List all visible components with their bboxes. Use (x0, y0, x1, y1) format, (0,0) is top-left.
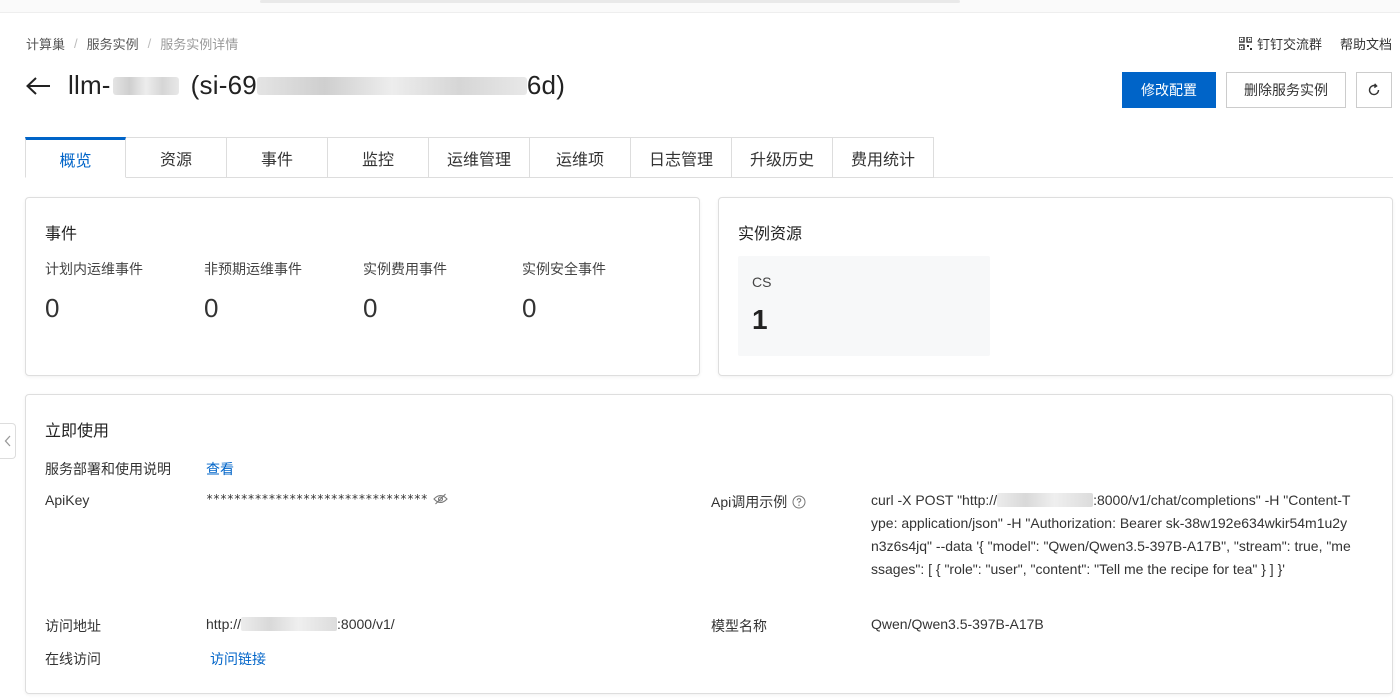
events-card-title: 事件 (45, 226, 78, 243)
address-label: 访问地址 (45, 618, 101, 634)
online-access-link[interactable]: 访问链接 (210, 649, 266, 669)
stat-label: 计划内运维事件 (45, 261, 143, 277)
stat-value: 0 (204, 293, 219, 323)
stat-label: 实例费用事件 (363, 261, 447, 277)
breadcrumb-separator: / (74, 36, 78, 51)
arrow-left-icon (26, 76, 50, 95)
tab-overview[interactable]: 概览 (25, 137, 126, 178)
tab-log-management[interactable]: 日志管理 (631, 137, 732, 178)
title-instance-id-suffix: 6d) (526, 70, 566, 100)
stat-unexpected-ops: 非预期运维事件 0 (204, 259, 302, 324)
api-example-label-row: Api调用示例 (711, 492, 806, 512)
page-title: llm- (si-69 6d) (68, 70, 565, 101)
redacted-instance-id (256, 76, 527, 95)
breadcrumb-item-service-instances[interactable]: 服务实例 (87, 34, 139, 53)
help-docs-label: 帮助文档 (1339, 37, 1392, 52)
address-suffix: :8000/v1/ (337, 616, 395, 632)
online-access-label: 在线访问 (45, 651, 101, 667)
eye-off-icon[interactable] (432, 493, 448, 505)
refresh-icon (1368, 83, 1380, 96)
apikey-value: ******************************** (206, 492, 428, 506)
api-example-prefix: curl -X POST "http:// (871, 492, 998, 508)
model-name-value: Qwen/Qwen3.5-397B-A17B (871, 616, 1044, 632)
breadcrumb-item-compute-nest[interactable]: 计算巢 (26, 34, 65, 53)
quick-use-title: 立即使用 (45, 423, 110, 440)
apikey-field: ******************************** (206, 492, 448, 506)
events-card: 事件 计划内运维事件 0 非预期运维事件 0 实例费用事件 0 实例安全事件 0 (25, 197, 700, 376)
back-button[interactable] (24, 72, 52, 100)
tab-resources[interactable]: 资源 (126, 137, 227, 178)
breadcrumb: 计算巢 / 服务实例 / 服务实例详情 (26, 34, 238, 53)
resource-count-value: 1 (752, 304, 768, 335)
stat-value: 0 (363, 293, 378, 323)
header-actions: 修改配置 删除服务实例 (1122, 72, 1392, 108)
stat-cost-events: 实例费用事件 0 (363, 259, 447, 324)
refresh-button[interactable] (1356, 72, 1392, 108)
tab-cost-statistics[interactable]: 费用统计 (833, 137, 934, 178)
stat-label: 实例安全事件 (522, 261, 606, 277)
tab-ops-items[interactable]: 运维项 (530, 137, 631, 178)
quick-use-card: 立即使用 服务部署和使用说明 查看 ApiKey ***************… (25, 394, 1393, 694)
api-example-code: curl -X POST "http://:8000/v1/chat/compl… (871, 489, 1351, 581)
tab-events[interactable]: 事件 (227, 137, 328, 178)
page-header: llm- (si-69 6d) (24, 70, 565, 101)
model-name-label: 模型名称 (711, 618, 767, 634)
api-example-label: Api调用示例 (711, 494, 788, 510)
breadcrumb-item-current: 服务实例详情 (160, 37, 239, 52)
resource-count-box[interactable]: CS 1 (738, 256, 990, 356)
stat-value: 0 (522, 293, 537, 323)
breadcrumb-separator: / (147, 36, 152, 51)
top-bar (0, 0, 1400, 13)
dingtalk-group-link[interactable]: 钉钉交流群 (1238, 34, 1322, 53)
tab-ops-management[interactable]: 运维管理 (429, 137, 530, 178)
modify-config-button[interactable]: 修改配置 (1122, 72, 1216, 108)
resources-card-title: 实例资源 (738, 226, 803, 243)
apikey-label: ApiKey (45, 492, 90, 508)
help-circle-icon[interactable] (792, 495, 806, 509)
help-links: 钉钉交流群 帮助文档 (1238, 34, 1392, 53)
resource-type-label: CS (752, 274, 772, 290)
help-docs-link[interactable]: 帮助文档 (1340, 34, 1392, 53)
deploy-guide-label: 服务部署和使用说明 (45, 461, 171, 477)
redacted-host (997, 493, 1094, 507)
qrcode-icon (1238, 37, 1252, 50)
address-value: http:// :8000/v1/ (206, 616, 395, 632)
tab-bar: 概览 资源 事件 监控 运维管理 运维项 日志管理 升级历史 费用统计 (25, 137, 934, 178)
redacted-name (112, 76, 179, 95)
stat-security-events: 实例安全事件 0 (522, 259, 606, 324)
address-prefix: http:// (206, 616, 242, 632)
tab-upgrade-history[interactable]: 升级历史 (732, 137, 833, 178)
redacted-address-host (241, 617, 338, 631)
stat-planned-ops: 计划内运维事件 0 (45, 259, 143, 324)
title-instance-id-prefix: (si-69 (190, 70, 257, 100)
stat-value: 0 (45, 293, 60, 323)
dingtalk-group-label: 钉钉交流群 (1256, 37, 1322, 52)
stat-label: 非预期运维事件 (204, 261, 302, 277)
deploy-guide-link[interactable]: 查看 (206, 459, 234, 479)
chevron-left-icon (4, 435, 10, 447)
title-prefix: llm- (68, 70, 111, 100)
instance-resources-card: 实例资源 CS 1 (718, 197, 1393, 376)
tab-monitoring[interactable]: 监控 (328, 137, 429, 178)
top-strip (260, 0, 960, 3)
delete-instance-button[interactable]: 删除服务实例 (1226, 72, 1346, 108)
sidebar-toggle[interactable] (0, 423, 16, 459)
